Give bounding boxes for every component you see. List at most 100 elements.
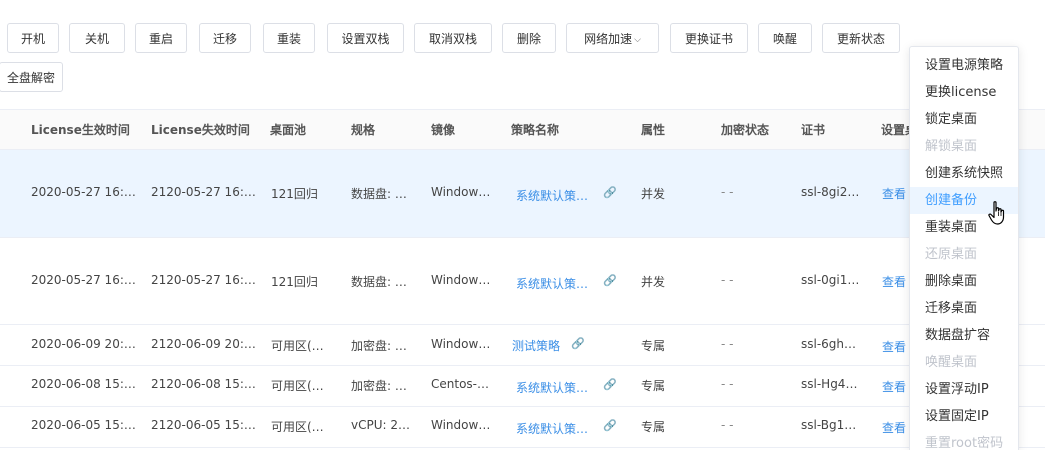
header-desktop-pool: 桌面池 [270,123,307,137]
button-label: 重启 [148,32,173,46]
view-link[interactable]: 查看 [882,419,906,436]
policy-link[interactable]: 系统默认策… [516,379,588,396]
cell-certificate: ssl-0gi1… [801,273,860,287]
cell-image: Centos-… [431,377,489,391]
button-label: 全盘解密 [6,71,55,85]
menu-item-unlock-desktop[interactable]: 解锁桌面 [910,133,1018,160]
policy-link[interactable]: 系统默认策… [516,275,588,292]
button-label: 设置双栈 [341,32,390,46]
button-label: 更换证书 [684,32,733,46]
table-row[interactable]: 2020-06-05 15:… 2120-06-05 15:… 可用区(… vC… [0,407,1045,448]
cell-pool: 121回归 [271,275,318,289]
cell-encryption: - - [721,377,734,391]
header-policy: 策略名称 [511,123,560,137]
cell-spec: 加密盘: … [351,379,407,393]
cell-image: Window… [431,185,491,199]
cell-attribute: 并发 [641,275,666,289]
cell-image: Window… [431,273,491,287]
network-acceleration-dropdown[interactable]: 网络加速 ⌵ [566,23,659,53]
policy-link[interactable]: 测试策略 [512,337,560,354]
header-certificate: 证书 [801,123,826,137]
cell-encryption: - - [721,185,734,199]
menu-item-set-floating-ip[interactable]: 设置浮动IP [910,376,1018,403]
table-row[interactable]: 2020-05-27 16:… 2120-05-27 16:… 121回归 数据… [0,238,1045,325]
view-link[interactable]: 查看 [882,338,906,355]
button-label: 关机 [84,32,109,46]
menu-item-lock-desktop[interactable]: 锁定桌面 [910,106,1018,133]
header-license-start: License生效时间 [31,123,130,137]
power-off-button[interactable]: 关机 [69,23,125,53]
button-label: 更新状态 [836,32,885,46]
table-row[interactable]: 2020-05-27 16:… 2120-05-27 16:… 121回归 数据… [0,150,1045,238]
table-row[interactable]: 2020-06-08 15:… 2120-06-08 15:… 可用区(… 加密… [0,366,1045,407]
menu-item-create-system-snapshot[interactable]: 创建系统快照 [910,160,1018,187]
toolbar: 开机 关机 重启 迁移 重装 设置双栈 取消双栈 删除 网络加速 ⌵ 更换证书 唤… [0,0,1045,108]
menu-item-wake-desktop[interactable]: 唤醒桌面 [910,349,1018,376]
reinstall-button[interactable]: 重装 [263,23,315,53]
cell-license-end: 2120-05-27 16:… [151,185,256,199]
menu-item-reset-root-password[interactable]: 重置root密码 [910,430,1018,450]
cell-license-start: 2020-05-27 16:… [31,185,136,199]
cell-pool: 121回归 [271,187,318,201]
cell-spec: 数据盘: … [351,187,407,201]
cell-license-end: 2120-06-09 20:… [151,337,256,351]
replace-certificate-button[interactable]: 更换证书 [670,23,748,53]
table-row[interactable]: 2020-06-09 20:… 2120-06-09 20:… 可用区(… 加密… [0,325,1045,366]
link-icon[interactable]: 🔗 [603,378,617,391]
delete-button[interactable]: 删除 [502,23,556,53]
button-label: 开机 [20,32,45,46]
cell-certificate: ssl-6gh… [801,337,857,351]
menu-item-replace-license[interactable]: 更换license [910,79,1018,106]
cell-image: Window… [431,418,491,432]
cell-license-start: 2020-06-08 15:… [31,377,136,391]
cell-pool: 可用区(… [271,420,324,434]
link-icon[interactable]: 🔗 [603,419,617,432]
header-image: 镜像 [431,123,456,137]
update-status-button[interactable]: 更新状态 [822,23,900,53]
cell-license-end: 2120-06-05 15:… [151,418,256,432]
policy-link[interactable]: 系统默认策… [516,187,588,204]
full-disk-decrypt-button[interactable]: 全盘解密 [0,62,63,92]
hand-pointer-icon [988,201,1005,225]
view-link[interactable]: 查看 [882,378,906,395]
menu-item-delete-desktop[interactable]: 删除桌面 [910,268,1018,295]
migrate-button[interactable]: 迁移 [199,23,251,53]
menu-item-set-power-policy[interactable]: 设置电源策略 [910,52,1018,79]
cell-license-start: 2020-05-27 16:… [31,273,136,287]
button-label: 重装 [276,32,301,46]
cancel-dual-stack-button[interactable]: 取消双栈 [414,23,492,53]
cell-encryption: - - [721,337,734,351]
cell-certificate: ssl-Hg4… [801,377,858,391]
view-link[interactable]: 查看 [882,185,906,202]
view-link[interactable]: 查看 [882,273,906,290]
link-icon[interactable]: 🔗 [603,186,617,199]
cell-pool: 可用区(… [271,339,324,353]
cell-license-end: 2120-06-08 15:… [151,377,256,391]
menu-item-expand-data-disk[interactable]: 数据盘扩容 [910,322,1018,349]
table-header: License生效时间 License失效时间 桌面池 规格 镜像 策略名称 属… [0,109,1045,150]
header-encryption: 加密状态 [721,123,770,137]
header-license-end: License失效时间 [151,123,250,137]
header-attribute: 属性 [641,123,666,137]
cell-attribute: 专属 [641,379,666,393]
button-label: 唤醒 [772,32,797,46]
link-icon[interactable]: 🔗 [571,337,585,350]
set-dual-stack-button[interactable]: 设置双栈 [327,23,404,53]
restart-button[interactable]: 重启 [135,23,187,53]
menu-item-migrate-desktop[interactable]: 迁移桌面 [910,295,1018,322]
menu-item-restore-desktop[interactable]: 还原桌面 [910,241,1018,268]
chevron-down-icon: ⌵ [634,35,641,45]
cell-spec: 数据盘: … [351,275,407,289]
cell-certificate: ssl-Bg1… [801,418,857,432]
cell-image: Window… [431,337,491,351]
cell-spec: 加密盘: … [351,339,407,353]
policy-link[interactable]: 系统默认策… [516,420,588,437]
power-on-button[interactable]: 开机 [7,23,59,53]
cell-pool: 可用区(… [271,379,324,393]
cell-license-start: 2020-06-09 20:… [31,337,136,351]
wake-button[interactable]: 唤醒 [758,23,812,53]
cell-attribute: 并发 [641,187,666,201]
menu-item-set-fixed-ip[interactable]: 设置固定IP [910,403,1018,430]
link-icon[interactable]: 🔗 [603,274,617,287]
header-spec: 规格 [351,123,376,137]
